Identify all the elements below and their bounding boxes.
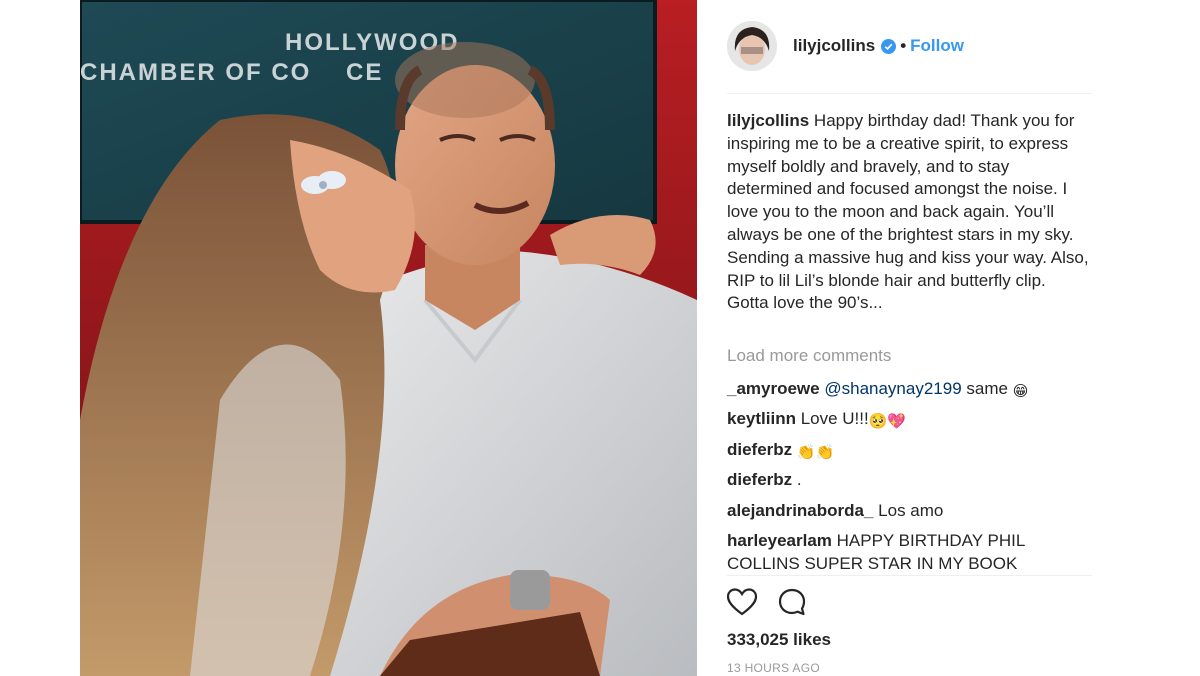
comments-list: _amyroewe @shanaynay2199 same 😁 keytliin… [727,378,1092,583]
comment-username[interactable]: dieferbz [727,440,792,459]
likes-count[interactable]: 333,025 likes [727,630,831,650]
actions-divider [727,575,1092,576]
post-actions [726,587,827,622]
comment-username[interactable]: alejandrinaborda_ [727,501,873,520]
heart-emoji-icon: 🥺💖 [868,413,907,431]
load-more-comments-button[interactable]: Load more comments [727,346,891,366]
caption-username[interactable]: lilyjcollins [727,111,809,130]
comment-username[interactable]: dieferbz [727,470,792,489]
comment-username[interactable]: harleyearlam [727,531,832,550]
comment-username[interactable]: keytliinn [727,409,796,428]
list-item: dieferbz . [727,469,1092,492]
comment-text: . [792,470,802,490]
comment-username[interactable]: _amyroewe [727,379,820,398]
separator-dot: • [900,36,907,55]
post-image: HOLLYWOOD CHAMBER OF CO CE [80,0,697,676]
list-item: keytliinn Love U!!!🥺💖 [727,408,1092,431]
comment-mention[interactable]: @shanaynay2199 [824,379,961,398]
grin-emoji-icon: 😁 [1012,383,1029,400]
header-divider [727,93,1092,94]
wristwatch [510,570,550,610]
sign-line2: CHAMBER OF CO CE [80,59,383,86]
post-photo[interactable]: HOLLYWOOD CHAMBER OF CO CE [80,0,697,676]
post-side-panel: lilyjcollins • Follow lilyjcollins Happy… [726,0,1092,676]
comment-text: Love U!!! [795,409,869,429]
list-item: dieferbz 👏👏 [727,439,1092,462]
heart-icon[interactable] [726,587,758,621]
comment-icon[interactable] [777,587,807,622]
verified-badge-icon [881,38,897,54]
list-item: harleyearlam HAPPY BIRTHDAY PHIL COLLINS… [727,530,1092,576]
post-caption: lilyjcollins Happy birthday dad! Thank y… [727,110,1092,315]
comment-text: Los amo [873,500,944,520]
clap-emoji-icon: 👏👏 [796,443,835,461]
username[interactable]: lilyjcollins [793,36,875,56]
follow-button[interactable]: Follow [910,36,964,56]
post-header: lilyjcollins • Follow [727,18,1092,74]
avatar[interactable] [727,21,777,71]
comment-text: same [961,379,1013,398]
post-timestamp: 13 HOURS AGO [727,661,820,675]
list-item: _amyroewe @shanaynay2199 same 😁 [727,378,1092,401]
list-item: alejandrinaborda_ Los amo [727,500,1092,523]
caption-text: Happy birthday dad! Thank you for inspir… [727,111,1089,313]
